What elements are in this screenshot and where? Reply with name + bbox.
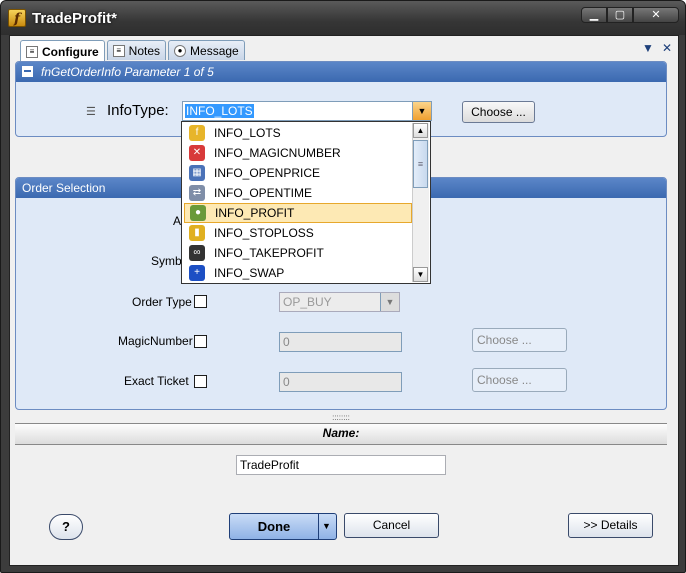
tab-strip: ≡ Configure ≡ Notes ● Message [20, 40, 247, 62]
splitter-handle[interactable]: :::::::: [15, 414, 667, 422]
magic-number-checkbox[interactable] [194, 335, 207, 348]
cylinder-icon: ▮ [189, 225, 205, 241]
dropdown-item-label: INFO_OPENTIME [214, 186, 313, 200]
dropdown-item[interactable]: ⇄ INFO_OPENTIME [184, 183, 412, 203]
window-title: TradeProfit* [32, 10, 118, 27]
tab-message[interactable]: ● Message [168, 40, 245, 60]
chevron-down-icon[interactable]: ▼ [412, 102, 431, 120]
user-icon: ● [190, 205, 206, 221]
dropdown-scrollbar[interactable]: ▲ ≡ ▼ [412, 123, 429, 282]
ticket-choose-button[interactable]: Choose ... [472, 368, 567, 392]
order-type-label: Order Type [132, 295, 192, 309]
tab-label: Notes [128, 43, 161, 58]
order-type-value: OP_BUY [283, 295, 332, 309]
done-dropdown-arrow-icon[interactable]: ▼ [317, 514, 336, 539]
plus-circle-icon: + [189, 265, 205, 281]
hierarchy-icon: ▦ [189, 165, 205, 181]
collapse-icon[interactable] [22, 66, 33, 77]
infotype-dropdown-list: f INFO_LOTS ✕ INFO_MAGICNUMBER ▦ INFO_OPENPRI… [181, 121, 431, 284]
exact-ticket-checkbox[interactable] [194, 375, 207, 388]
dropdown-item-label: INFO_SWAP [214, 266, 285, 280]
dropdown-item-label: INFO_STOPLOSS [214, 226, 314, 240]
binoculars-icon: ∞ [189, 245, 205, 261]
infotype-combobox[interactable]: INFO_LOTS ▼ [182, 101, 432, 121]
document-arrows-icon: ⇄ [189, 185, 205, 201]
exact-ticket-label: Exact Ticket [124, 374, 189, 388]
list-icon: ☰ [86, 106, 96, 118]
notes-icon: ≡ [112, 44, 125, 57]
minimize-button[interactable]: ▁ [581, 7, 607, 23]
tab-label: Configure [42, 44, 99, 59]
dialog-client: ≡ Configure ≡ Notes ● Message ▼ ✕ fnGetO… [9, 35, 679, 566]
close-window-button[interactable]: ✕ [633, 7, 679, 23]
dropdown-item-label: INFO_PROFIT [215, 206, 295, 220]
scroll-up-icon[interactable]: ▲ [413, 123, 428, 138]
app-window: f TradeProfit* ▁ ▢ ✕ ≡ Configure ≡ Notes… [0, 0, 686, 573]
magic-number-label: MagicNumber [118, 334, 193, 348]
infotype-value: INFO_LOTS [185, 104, 254, 118]
dropdown-item-label: INFO_OPENPRICE [214, 166, 321, 180]
function-icon: f [189, 125, 205, 141]
done-button[interactable]: Done ▼ [229, 513, 337, 540]
dropdown-item[interactable]: ✕ INFO_MAGICNUMBER [184, 143, 412, 163]
exact-ticket-field[interactable]: 0 [279, 372, 402, 392]
window-controls: ▁ ▢ ✕ [581, 7, 679, 23]
help-button[interactable]: ? [49, 514, 83, 540]
message-icon: ● [174, 44, 187, 57]
chevron-down-icon[interactable]: ▼ [380, 293, 399, 311]
maximize-button[interactable]: ▢ [607, 7, 633, 23]
partial-label-a: A [173, 214, 182, 228]
dropdown-item[interactable]: ▦ INFO_OPENPRICE [184, 163, 412, 183]
dropdown-item-label: INFO_MAGICNUMBER [214, 146, 341, 160]
title-bar[interactable]: f TradeProfit* ▁ ▢ ✕ [1, 1, 685, 35]
infotype-label: InfoType: [107, 102, 169, 119]
dropdown-item-label: INFO_LOTS [214, 126, 281, 140]
parameter-panel-header[interactable]: fnGetOrderInfo Parameter 1 of 5 [16, 62, 666, 82]
error-x-icon: ✕ [189, 145, 205, 161]
order-type-combobox[interactable]: OP_BUY ▼ [279, 292, 400, 312]
tab-menu-arrow-icon[interactable]: ▼ [642, 41, 654, 55]
dropdown-item[interactable]: ▮ INFO_STOPLOSS [184, 223, 412, 243]
cancel-button[interactable]: Cancel [344, 513, 439, 538]
dropdown-item[interactable]: + INFO_SWAP [184, 263, 412, 283]
done-label: Done [230, 514, 319, 539]
tab-configure[interactable]: ≡ Configure [20, 40, 105, 62]
scroll-down-icon[interactable]: ▼ [413, 267, 428, 282]
parameter-panel-title: fnGetOrderInfo Parameter 1 of 5 [41, 65, 214, 79]
dropdown-item[interactable]: f INFO_LOTS [184, 123, 412, 143]
dropdown-item[interactable]: ● INFO_PROFIT [184, 203, 412, 223]
tab-close-icon[interactable]: ✕ [662, 41, 672, 55]
app-function-icon: f [8, 9, 26, 27]
magic-choose-button[interactable]: Choose ... [472, 328, 567, 352]
magic-number-field[interactable]: 0 [279, 332, 402, 352]
scroll-thumb[interactable]: ≡ [413, 140, 428, 188]
name-header: Name: [15, 423, 667, 445]
details-button[interactable]: >> Details [568, 513, 653, 538]
tab-label: Message [190, 43, 239, 58]
infotype-choose-button[interactable]: Choose ... [462, 101, 535, 123]
tab-controls: ▼ ✕ [642, 41, 672, 55]
name-input[interactable]: TradeProfit [236, 455, 446, 475]
dropdown-item[interactable]: ∞ INFO_TAKEPROFIT [184, 243, 412, 263]
dropdown-item-label: INFO_TAKEPROFIT [214, 246, 324, 260]
tab-notes[interactable]: ≡ Notes [106, 40, 167, 60]
order-type-checkbox[interactable] [194, 295, 207, 308]
configure-icon: ≡ [26, 45, 38, 58]
